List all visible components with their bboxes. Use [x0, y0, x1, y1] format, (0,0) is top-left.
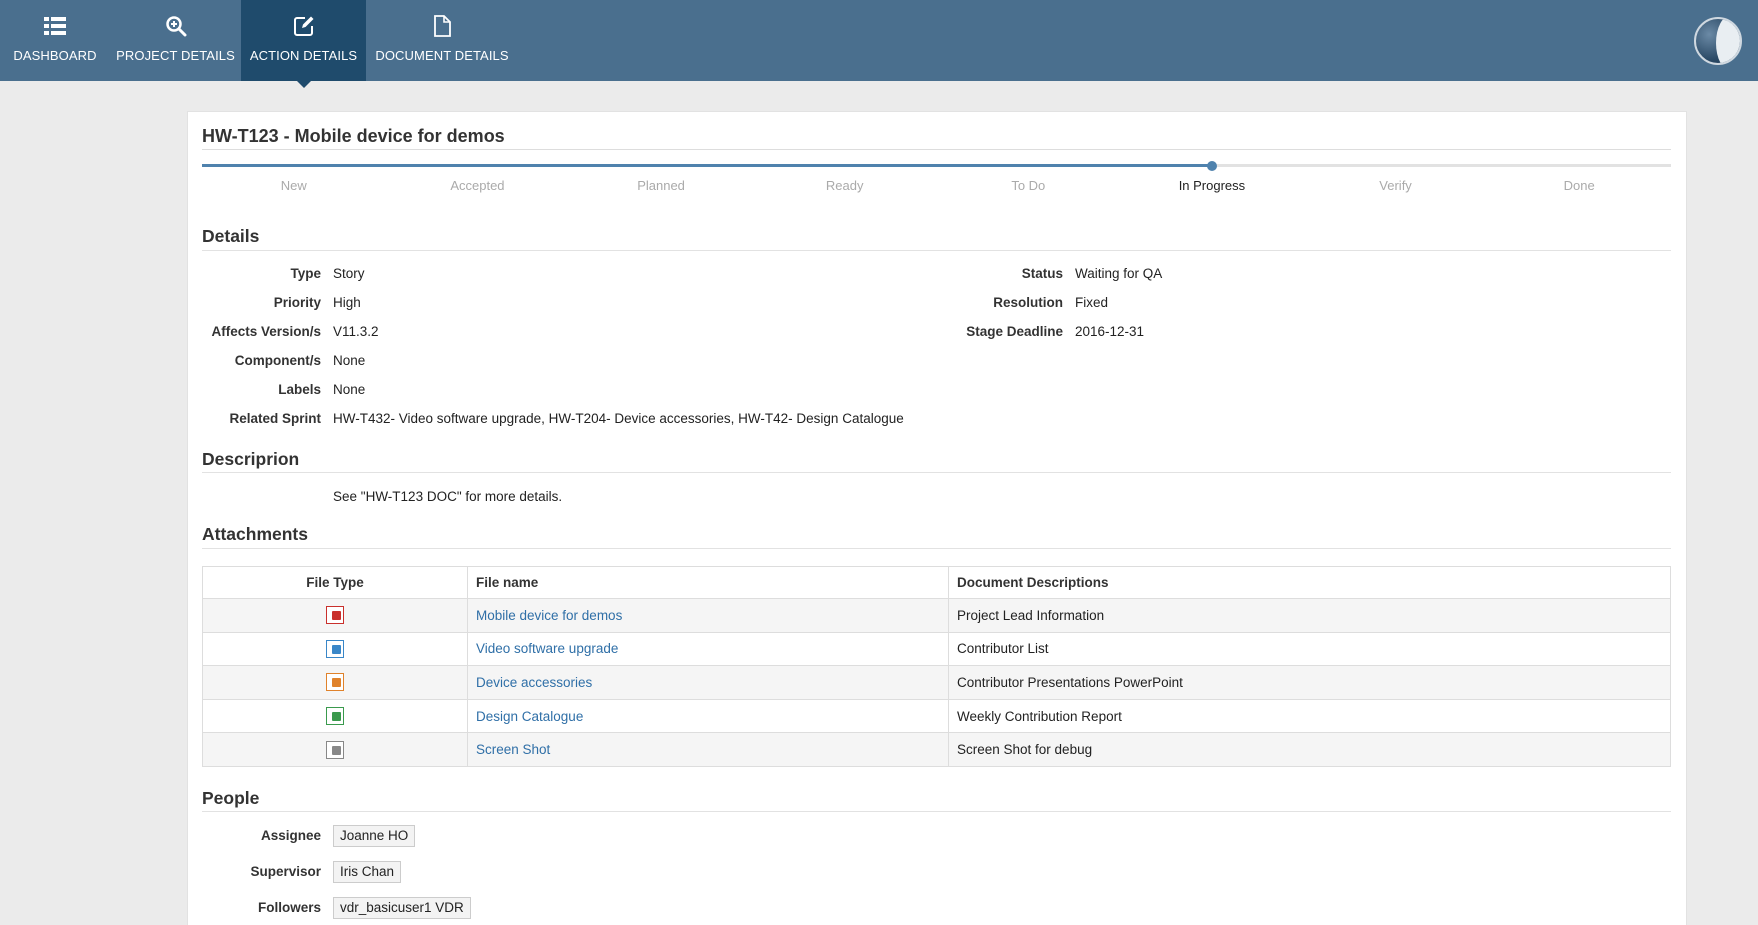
table-row: Design Catalogue Weekly Contribution Repo…	[202, 698, 1671, 734]
description-heading: Descriprion	[202, 449, 300, 469]
user-avatar[interactable]	[1694, 17, 1742, 65]
workflow-stage-new: New	[280, 178, 307, 193]
workflow-stage-planned: Planned	[637, 178, 685, 193]
components-value: None	[333, 353, 366, 368]
file-name-link[interactable]: Screen Shot	[476, 742, 550, 757]
title-divider	[202, 149, 1671, 150]
assignee-tag[interactable]: Joanne HO	[333, 825, 416, 847]
affects-version-label: Affects Version/s	[211, 324, 321, 339]
document-description-cell: Project Lead Information	[948, 598, 1671, 633]
details-divider	[202, 250, 1671, 251]
details-heading: Details	[202, 226, 260, 246]
labels-label: Labels	[278, 382, 321, 397]
nav-project-details-label: PROJECT DETAILS	[116, 48, 235, 63]
file-name-cell: Mobile device for demos	[467, 598, 949, 633]
top-navigation-bar: DASHBOARD PROJECT DETAILS ACTION DETAILS…	[0, 0, 1758, 88]
table-row: Screen Shot Screen Shot for debug	[202, 732, 1671, 767]
file-name-cell: Device accessories	[467, 665, 949, 700]
components-label: Component/s	[234, 353, 321, 368]
attachments-divider	[202, 548, 1671, 549]
list-icon	[43, 14, 67, 38]
file-type-cell	[202, 598, 468, 633]
assignee-label: Assignee	[260, 828, 321, 843]
people-heading: People	[202, 788, 260, 808]
document-description-cell: Weekly Contribution Report	[948, 698, 1671, 734]
zoom-in-icon	[164, 14, 188, 38]
nav-project-details[interactable]: PROJECT DETAILS	[110, 0, 241, 81]
file-name-link[interactable]: Video software upgrade	[476, 641, 618, 656]
status-value: Waiting for QA	[1075, 266, 1163, 281]
resolution-value: Fixed	[1075, 295, 1109, 310]
page-title: HW-T123 - Mobile device for demos	[202, 126, 505, 146]
description-text: See "HW-T123 DOC" for more details.	[333, 489, 563, 504]
priority-label: Priority	[273, 295, 321, 310]
document-description-cell: Contributor List	[948, 631, 1671, 667]
workflow-stage-done: Done	[1563, 178, 1595, 193]
attachments-table: File Type File name Document Description…	[202, 566, 1671, 767]
column-header-file-name: File name	[467, 566, 949, 599]
supervisor-tag[interactable]: Iris Chan	[333, 861, 402, 883]
file-name-cell: Design Catalogue	[467, 698, 949, 734]
file-name-link[interactable]: Mobile device for demos	[476, 608, 622, 623]
file-type-cell	[202, 665, 468, 700]
people-divider	[202, 811, 1671, 812]
workflow-progress-track	[202, 164, 1671, 167]
workflow-progress-fill	[202, 164, 1212, 167]
affects-version-value: V11.3.2	[333, 324, 379, 339]
type-label: Type	[290, 266, 321, 281]
table-row: Device accessories Contributor Presentati…	[202, 665, 1671, 700]
stage-deadline-value: 2016-12-31	[1075, 324, 1145, 339]
document-icon	[430, 14, 454, 38]
related-sprint-value: HW-T432- Video software upgrade, HW-T204…	[333, 411, 904, 426]
table-row: Mobile device for demos Project Lead Info…	[202, 598, 1671, 633]
file-name-link[interactable]: Device accessories	[476, 675, 592, 690]
nav-document-details-label: DOCUMENT DETAILS	[375, 48, 509, 63]
nav-dashboard-label: DASHBOARD	[13, 48, 97, 63]
file-name-cell: Screen Shot	[467, 732, 949, 767]
action-details-card	[187, 111, 1687, 925]
workflow-stage-ready: Ready	[825, 178, 864, 193]
file-name-link[interactable]: Design Catalogue	[476, 709, 583, 724]
related-sprint-label: Related Sprint	[229, 411, 321, 426]
document-description-cell: Screen Shot for debug	[948, 732, 1671, 767]
image-file-icon	[326, 740, 344, 759]
nav-action-details[interactable]: ACTION DETAILS	[241, 0, 366, 88]
edit-icon	[292, 14, 316, 38]
workflow-stage-accepted: Accepted	[450, 178, 505, 193]
excel-file-icon	[326, 707, 344, 726]
nav-action-details-label: ACTION DETAILS	[249, 48, 358, 63]
nav-dashboard[interactable]: DASHBOARD	[0, 0, 110, 81]
table-header-row: File Type File name Document Description…	[202, 566, 1671, 599]
powerpoint-file-icon	[326, 673, 344, 692]
file-type-cell	[202, 698, 468, 734]
document-description-cell: Contributor Presentations PowerPoint	[948, 665, 1671, 700]
labels-value: None	[333, 382, 366, 397]
column-header-document-descriptions: Document Descriptions	[948, 566, 1671, 599]
supervisor-label: Supervisor	[250, 864, 321, 879]
followers-tag[interactable]: vdr_basicuser1 VDR	[333, 897, 471, 919]
description-divider	[202, 472, 1671, 473]
resolution-label: Resolution	[993, 295, 1063, 310]
pdf-file-icon	[326, 606, 344, 625]
workflow-stage-in-progress: In Progress	[1178, 178, 1246, 193]
workflow-stage-to-do: To Do	[1011, 178, 1046, 193]
column-header-file-type: File Type	[202, 566, 468, 599]
priority-value: High	[333, 295, 361, 310]
word-file-icon	[326, 639, 344, 658]
followers-label: Followers	[257, 900, 321, 915]
attachments-heading: Attachments	[202, 524, 308, 544]
table-row: Video software upgrade Contributor List	[202, 631, 1671, 667]
workflow-stage-verify: Verify	[1379, 178, 1412, 193]
stage-deadline-label: Stage Deadline	[966, 324, 1063, 339]
file-name-cell: Video software upgrade	[467, 631, 949, 667]
status-label: Status	[1021, 266, 1063, 281]
file-type-cell	[202, 631, 468, 667]
type-value: Story	[333, 266, 365, 281]
file-type-cell	[202, 732, 468, 767]
workflow-current-marker	[1206, 161, 1217, 171]
nav-document-details[interactable]: DOCUMENT DETAILS	[366, 0, 518, 81]
